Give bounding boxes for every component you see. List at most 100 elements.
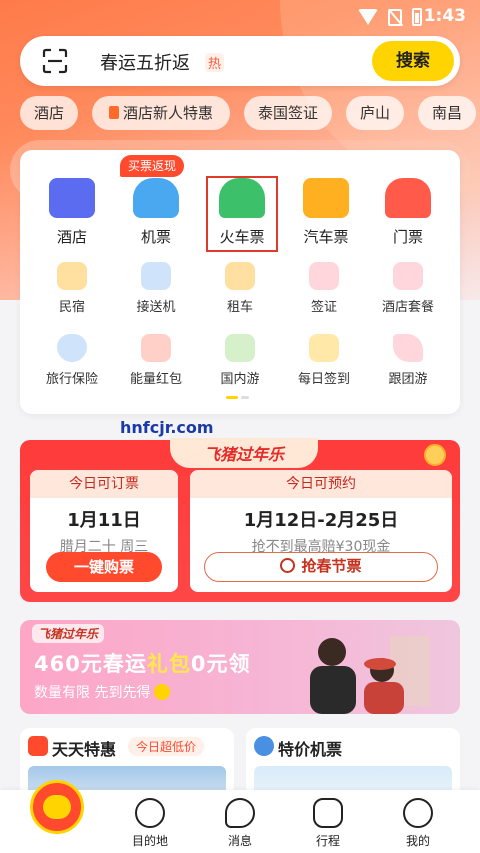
service-label: 酒店	[56, 228, 87, 246]
page-indicator	[226, 396, 249, 399]
special-flights-card[interactable]: 特价机票	[246, 728, 460, 798]
quick-chips: 酒店 酒店新人特惠 泰国签证 庐山 南昌	[0, 96, 480, 132]
headline-prefix: 460元春运	[34, 652, 147, 676]
service-label: 旅行保险	[45, 372, 98, 387]
service-train[interactable]: 火车票	[202, 178, 282, 247]
service-hotel-package[interactable]: 酒店套餐	[368, 262, 448, 315]
plane-icon	[133, 178, 179, 218]
tab-messages[interactable]: 消息	[210, 798, 270, 849]
service-label: 跟团游	[388, 372, 428, 387]
search-button[interactable]: 搜索	[372, 41, 454, 81]
search-bar[interactable]: 春运五折返 热 搜索	[20, 36, 460, 86]
banner-headline: 460元春运礼包0元领	[34, 648, 250, 678]
train-icon	[219, 178, 265, 218]
hot-badge: 热	[205, 53, 225, 72]
home-mascot-icon[interactable]	[30, 780, 84, 834]
bus-icon	[303, 178, 349, 218]
chip-lushan[interactable]: 庐山	[346, 96, 404, 130]
reservable-date: 1月12日-2月25日	[243, 510, 399, 531]
watermark: hnfcjr.com	[120, 418, 214, 437]
service-label: 汽车票	[303, 228, 349, 246]
tab-label: 行程	[315, 834, 340, 848]
status-bar: 1:43	[0, 0, 480, 34]
red-packet-icon	[108, 106, 119, 119]
service-label: 火车票	[219, 228, 265, 246]
services-panel: 买票返现 酒店 机票 火车票 汽车票 门票 民宿 接送机 租车 签证 酒店套餐	[20, 150, 460, 414]
chat-icon	[225, 798, 255, 828]
chip-thai-visa[interactable]: 泰国签证	[244, 96, 332, 130]
service-label: 能量红包	[129, 372, 182, 387]
banner-tag: 飞猪过年乐	[32, 624, 105, 643]
festival-title-badge: 飞猪过年乐	[170, 438, 318, 468]
daily-deals-title: 天天特惠	[52, 740, 117, 759]
buy-now-button[interactable]: 一键购票	[46, 552, 162, 582]
service-label: 民宿	[58, 300, 85, 315]
tab-label: 消息	[227, 834, 252, 848]
service-flight[interactable]: 机票	[116, 178, 196, 247]
house-icon	[57, 262, 87, 290]
service-bus[interactable]: 汽车票	[286, 178, 366, 247]
festival-title: 飞猪过年乐	[203, 445, 284, 464]
package-icon	[393, 262, 423, 290]
planet-icon	[135, 798, 165, 828]
shield-icon	[57, 334, 87, 362]
car-icon	[225, 262, 255, 290]
service-label: 签证	[310, 300, 337, 315]
service-label: 租车	[226, 300, 253, 315]
service-label: 国内游	[220, 372, 260, 387]
tab-destination[interactable]: 目的地	[120, 798, 180, 849]
coin-icon	[424, 444, 446, 466]
festival-section: 飞猪过年乐 今日可订票 1月11日 腊月二十 周三 一键购票 今日可预约 1月1…	[20, 438, 460, 602]
gift-icon	[28, 736, 48, 756]
service-domestic-tour[interactable]: 国内游	[200, 334, 280, 387]
reservable-head: 今日可预约	[190, 470, 452, 498]
profile-icon	[403, 798, 433, 828]
service-homestay[interactable]: 民宿	[32, 262, 112, 315]
visa-icon	[309, 262, 339, 290]
bookable-date: 1月11日	[67, 510, 141, 531]
battery-icon	[412, 8, 422, 26]
status-time: 1:43	[423, 6, 466, 26]
travelers-illustration	[310, 636, 430, 714]
service-label: 酒店套餐	[381, 300, 434, 315]
tab-label: 我的	[405, 834, 430, 848]
chip-nanchang[interactable]: 南昌	[418, 96, 476, 130]
calendar-icon	[309, 334, 339, 362]
alarm-clock-icon	[280, 558, 296, 573]
daily-deals-tag: 今日超低价	[128, 737, 205, 756]
headline-suffix: 0元领	[190, 652, 251, 676]
grab-ticket-button[interactable]: 抢春节票	[204, 552, 438, 582]
scan-icon[interactable]	[42, 48, 68, 74]
ticket-icon	[385, 178, 431, 218]
chip-label: 酒店新人特惠	[122, 104, 213, 122]
service-transfer[interactable]: 接送机	[116, 262, 196, 315]
banner-sub-text: 数量有限 先到先得	[34, 685, 151, 701]
grab-ticket-label: 抢春节票	[301, 557, 362, 575]
chip-hotel[interactable]: 酒店	[20, 96, 78, 130]
tab-me[interactable]: 我的	[388, 798, 448, 849]
flag-icon	[393, 334, 423, 362]
service-energy-packet[interactable]: 能量红包	[116, 334, 196, 387]
camera-icon	[225, 334, 255, 362]
service-label: 每日签到	[297, 372, 350, 387]
service-label: 机票	[140, 228, 171, 246]
transfer-plane-icon	[141, 262, 171, 290]
tab-itinerary[interactable]: 行程	[298, 798, 358, 849]
red-envelope-icon	[141, 334, 171, 362]
itinerary-icon	[313, 798, 343, 828]
service-group-tour[interactable]: 跟团游	[368, 334, 448, 387]
service-tickets[interactable]: 门票	[368, 178, 448, 247]
service-car-rental[interactable]: 租车	[200, 262, 280, 315]
service-label: 接送机	[136, 300, 176, 315]
headline-highlight: 礼包	[146, 652, 191, 676]
service-insurance[interactable]: 旅行保险	[32, 334, 112, 387]
service-daily-checkin[interactable]: 每日签到	[284, 334, 364, 387]
chip-hotel-newuser[interactable]: 酒店新人特惠	[92, 96, 230, 130]
reservable-card[interactable]: 今日可预约 1月12日-2月25日 抢不到最高赔¥30现金 抢春节票	[190, 470, 452, 592]
service-hotel[interactable]: 酒店	[32, 178, 112, 247]
search-input[interactable]: 春运五折返	[100, 49, 190, 75]
promo-banner[interactable]: 飞猪过年乐 460元春运礼包0元领 数量有限 先到先得	[20, 620, 460, 714]
hotel-icon	[49, 178, 95, 218]
bookable-card[interactable]: 今日可订票 1月11日 腊月二十 周三 一键购票	[30, 470, 178, 592]
service-visa[interactable]: 签证	[284, 262, 364, 315]
